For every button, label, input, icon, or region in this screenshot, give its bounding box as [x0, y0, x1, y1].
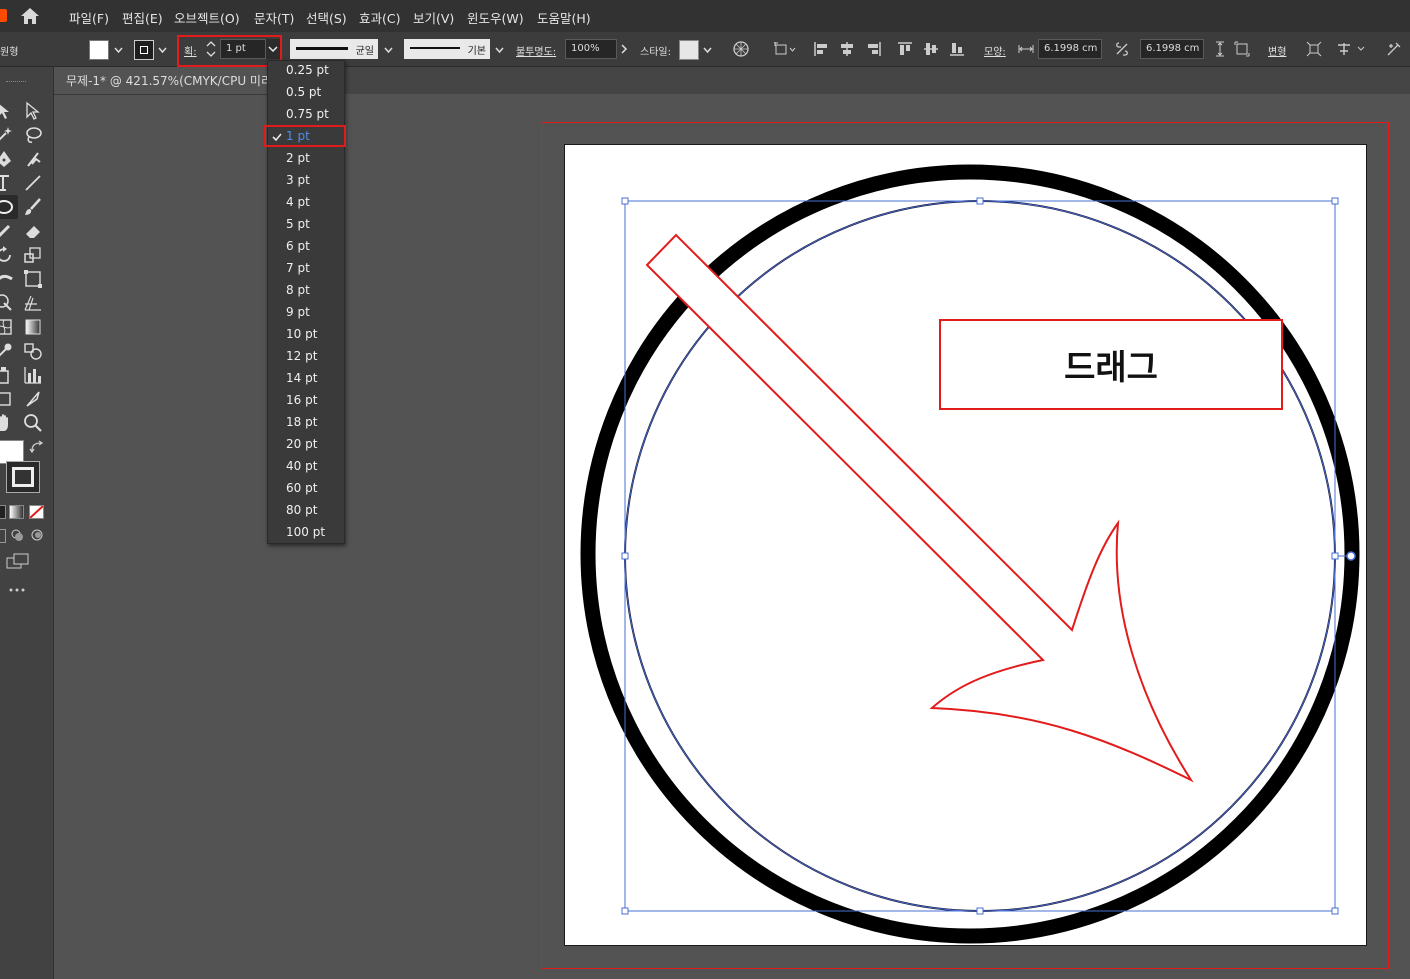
- stroke-option[interactable]: 20 pt: [286, 437, 317, 451]
- selected-option-highlight: [264, 125, 346, 147]
- stroke-option[interactable]: 8 pt: [286, 283, 310, 297]
- bbox-handle-top[interactable]: [976, 197, 984, 205]
- bbox-handle-top-left[interactable]: [621, 197, 629, 205]
- stroke-option[interactable]: 40 pt: [286, 459, 317, 473]
- artwork-layer: [580, 164, 1360, 944]
- stroke-weight-options: 0.25 pt 0.5 pt 0.75 pt 1 pt 2 pt 3 pt 4 …: [264, 60, 346, 544]
- stroke-option[interactable]: 3 pt: [286, 173, 310, 187]
- stroke-option[interactable]: 0.5 pt: [286, 85, 321, 99]
- drag-annotation-box: 드래그: [939, 319, 1283, 410]
- drag-annotation-label: 드래그: [1064, 348, 1158, 388]
- bbox-handle-top-right[interactable]: [1331, 197, 1339, 205]
- stroke-option[interactable]: 5 pt: [286, 217, 310, 231]
- stroke-option[interactable]: 2 pt: [286, 151, 310, 165]
- stroke-option[interactable]: 6 pt: [286, 239, 310, 253]
- drag-arrow-annotation: [645, 233, 1194, 783]
- stroke-option[interactable]: 100 pt: [286, 525, 325, 539]
- pie-widget-handle[interactable]: [1346, 551, 1356, 561]
- bbox-handle-bottom[interactable]: [976, 907, 984, 915]
- stroke-option[interactable]: 12 pt: [286, 349, 317, 363]
- stroke-option[interactable]: 0.75 pt: [286, 107, 329, 121]
- stroke-option[interactable]: 16 pt: [286, 393, 317, 407]
- bbox-handle-bottom-left[interactable]: [621, 907, 629, 915]
- bbox-handle-bottom-right[interactable]: [1331, 907, 1339, 915]
- stroke-option[interactable]: 60 pt: [286, 481, 317, 495]
- bbox-handle-right[interactable]: [1331, 552, 1339, 560]
- stroke-option[interactable]: 14 pt: [286, 371, 317, 385]
- stroke-option[interactable]: 18 pt: [286, 415, 317, 429]
- stroke-option[interactable]: 0.25 pt: [286, 63, 329, 77]
- stroke-option[interactable]: 7 pt: [286, 261, 310, 275]
- stroke-option[interactable]: 80 pt: [286, 503, 317, 517]
- stroke-option[interactable]: 9 pt: [286, 305, 310, 319]
- stroke-option[interactable]: 10 pt: [286, 327, 317, 341]
- bbox-handle-left[interactable]: [621, 552, 629, 560]
- stroke-option[interactable]: 4 pt: [286, 195, 310, 209]
